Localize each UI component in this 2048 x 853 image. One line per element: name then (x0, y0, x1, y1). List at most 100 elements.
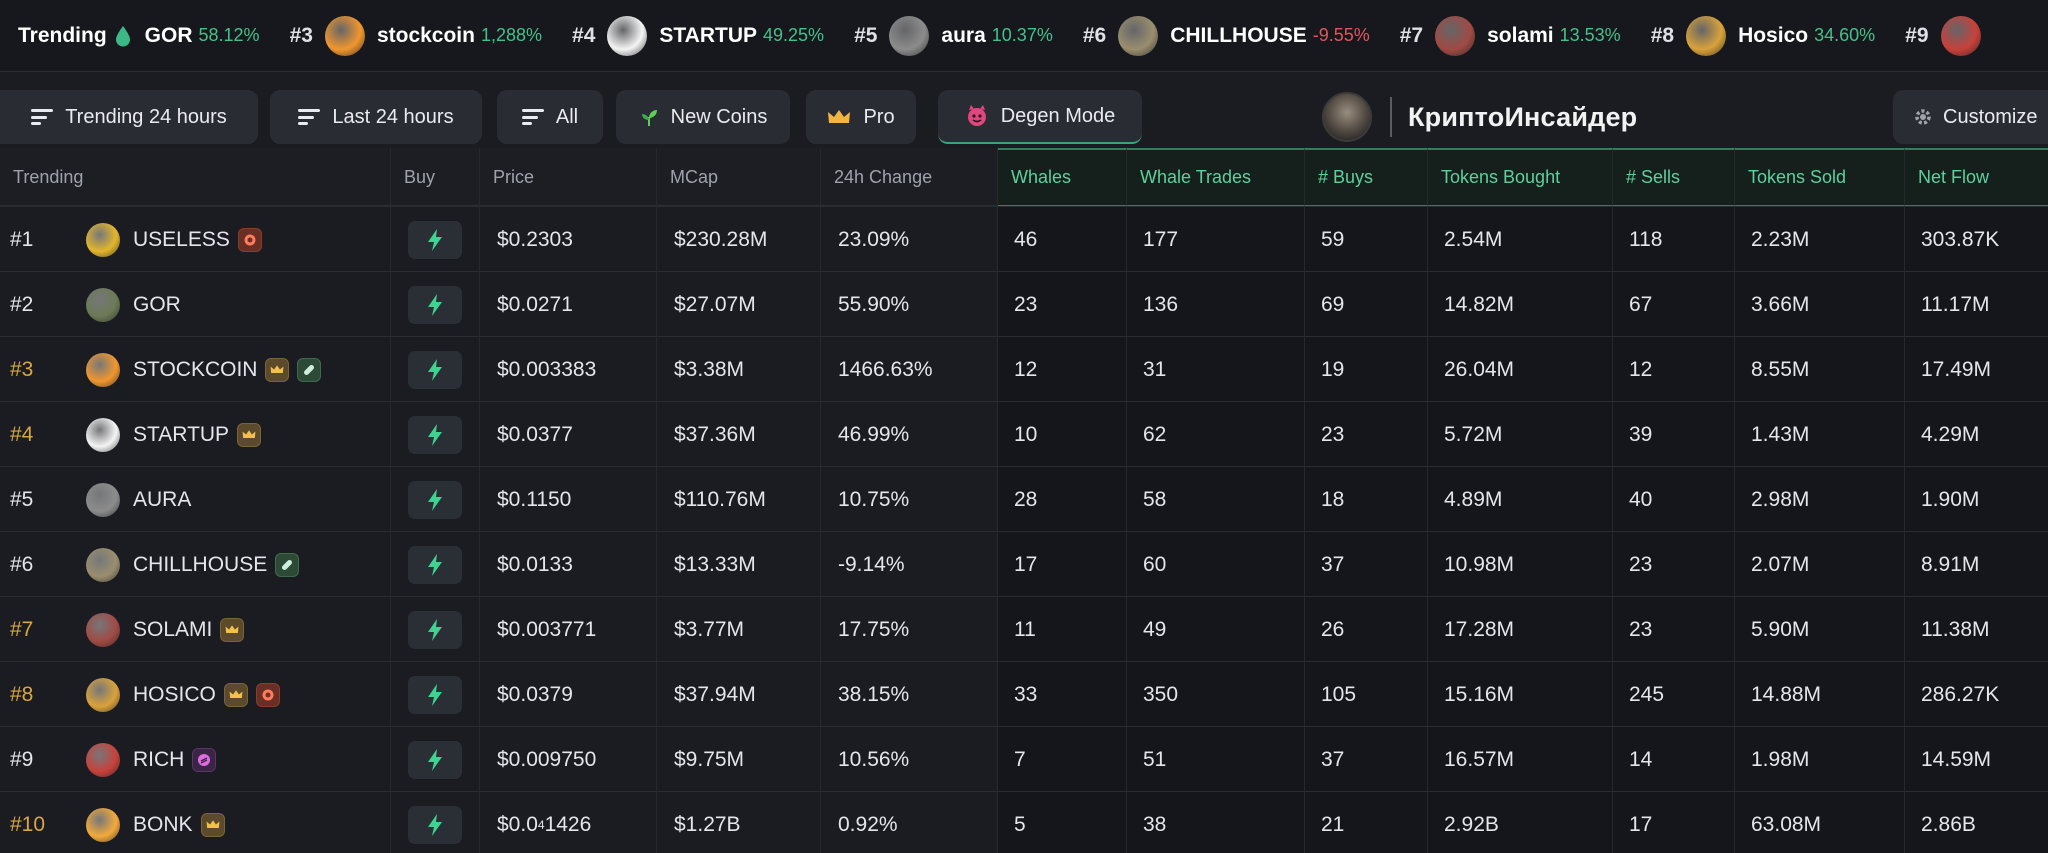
sells-cell: 245 (1613, 662, 1735, 727)
quick-buy-button[interactable] (408, 610, 462, 649)
lightning-icon (428, 683, 442, 706)
table-row[interactable]: #7 SOLAMI $0.003771 $3.77M 17.75% 11 49 26 17.… (0, 596, 2048, 662)
buy-cell (391, 467, 480, 532)
whale-trades-cell: 350 (1127, 662, 1305, 727)
table-row[interactable]: #8 HOSICO $0.0379 $37.94M 38.15% 33 350 105 15… (0, 661, 2048, 727)
col-buys[interactable]: # Buys (1305, 148, 1428, 206)
buys-cell: 105 (1305, 662, 1428, 727)
buy-cell (391, 207, 480, 272)
coin-cell[interactable]: #6 CHILLHOUSE (0, 532, 391, 597)
all-label: All (555, 105, 579, 128)
tokens-sold-cell: 8.55M (1735, 337, 1905, 402)
table-row[interactable]: #5 AURA $0.1150 $110.76M 10.75% 28 58 18 4.89M… (0, 466, 2048, 532)
col-tokens-bought[interactable]: Tokens Bought (1428, 148, 1613, 206)
col-net-flow[interactable]: Net Flow (1905, 148, 2048, 206)
coin-avatar (607, 15, 648, 56)
ticker-item[interactable]: #9 (1905, 15, 1992, 56)
quick-buy-button[interactable] (408, 285, 462, 324)
drop-icon (115, 25, 130, 46)
table-header: Trending Buy Price MCap 24h Change Whale… (0, 148, 2048, 206)
quick-buy-button[interactable] (408, 675, 462, 714)
last-24h-label: Last 24 hours (332, 105, 454, 128)
coin-cell[interactable]: #1 USELESS (0, 207, 391, 272)
ticker-item[interactable]: GOR 58.12% (145, 24, 260, 48)
change-cell: 55.90% (821, 272, 998, 337)
pro-button[interactable]: Pro (806, 90, 916, 144)
ticker-item[interactable]: #5 aura 10.37% (854, 15, 1053, 56)
brand-name: КриптоИнсайдер (1408, 101, 1638, 132)
quick-buy-button[interactable] (408, 415, 462, 454)
coin-avatar (1686, 15, 1727, 56)
table-row[interactable]: #10 BONK $0.0 4 1426 $1.27B 0.92% 5 38 21 2.92B 1… (0, 791, 2048, 853)
net-flow-cell: 2.86B (1921, 812, 1976, 836)
ticker-item[interactable]: #8 Hosico 34.60% (1651, 15, 1875, 56)
table-row[interactable]: #6 CHILLHOUSE $0.0133 $13.33M -9.14% 17 60 37… (0, 531, 2048, 597)
price-cell: $0.2303 (480, 207, 657, 272)
coin-cell[interactable]: #7 SOLAMI (0, 597, 391, 662)
sells-cell: 118 (1613, 207, 1735, 272)
buy-cell (391, 532, 480, 597)
coin-cell[interactable]: #8 HOSICO (0, 662, 391, 727)
new-coins-button[interactable]: New Coins (616, 90, 790, 144)
crown-badge-icon (200, 812, 225, 837)
tokens-bought-cell: 17.28M (1428, 597, 1613, 662)
col-tokens-sold[interactable]: Tokens Sold (1735, 148, 1905, 206)
coin-cell[interactable]: #2 GOR (0, 272, 391, 337)
table-row[interactable]: #4 STARTUP $0.0377 $37.36M 46.99% 10 62 23 5.7… (0, 401, 2048, 467)
degen-mode-button[interactable]: Degen Mode (938, 90, 1142, 144)
coin-cell[interactable]: #9 RICH (0, 727, 391, 792)
coin-name: RICH (133, 747, 185, 771)
col-whales[interactable]: Whales (998, 148, 1127, 206)
trending-24h-button[interactable]: Trending 24 hours (0, 90, 258, 144)
ticker-rank: #7 (1399, 23, 1424, 47)
ticker-item[interactable]: #6 CHILLHOUSE -9.55% (1083, 15, 1370, 56)
ticker-item[interactable]: #4 STARTUP 49.25% (572, 15, 824, 56)
coin-avatar (86, 417, 120, 452)
col-whale-trades[interactable]: Whale Trades (1127, 148, 1305, 206)
coin-cell[interactable]: #3 STOCKCOIN (0, 337, 391, 402)
quick-buy-button[interactable] (408, 545, 462, 584)
coin-cell[interactable]: #4 STARTUP (0, 402, 391, 467)
last-24h-button[interactable]: Last 24 hours (270, 90, 482, 144)
ticker-item[interactable]: #3 stockcoin 1,288% (290, 15, 542, 56)
tokens-sold-cell: 3.66M (1735, 272, 1905, 337)
quick-buy-button[interactable] (408, 480, 462, 519)
col-mcap[interactable]: MCap (657, 148, 821, 206)
toolbar: Trending 24 hours Last 24 hours All New … (0, 90, 2048, 144)
mcap-cell: $37.36M (657, 402, 821, 467)
quick-buy-button[interactable] (408, 740, 462, 779)
quick-buy-button[interactable] (408, 805, 462, 844)
all-button[interactable]: All (497, 90, 603, 144)
coin-cell[interactable]: #10 BONK (0, 792, 391, 853)
quick-buy-button[interactable] (408, 350, 462, 389)
col-sells[interactable]: # Sells (1613, 148, 1735, 206)
table-row[interactable]: #2 GOR $0.0271 $27.07M 55.90% 23 136 69 14.82M… (0, 271, 2048, 337)
col-price[interactable]: Price (480, 148, 657, 206)
buys-cell: 23 (1305, 402, 1428, 467)
whales-cell: 33 (998, 662, 1127, 727)
tokens-bought-cell: 2.54M (1428, 207, 1613, 272)
customize-button[interactable]: Customize (1893, 90, 2048, 144)
coin-name: STOCKCOIN (133, 357, 258, 381)
ticker-item[interactable]: #7 solami 13.53% (1399, 15, 1621, 56)
coin-avatar (86, 742, 120, 777)
table-row[interactable]: #1 USELESS $0.2303 $230.28M 23.09% 46 177 59 2… (0, 206, 2048, 272)
lightning-icon (428, 358, 442, 381)
col-24h-change[interactable]: 24h Change (821, 148, 998, 206)
table-row[interactable]: #3 STOCKCOIN $0.003383 $3.38M 1466.63% 12 31… (0, 336, 2048, 402)
col-trending[interactable]: Trending (0, 148, 391, 206)
coin-name: BONK (133, 812, 193, 836)
buy-cell (391, 662, 480, 727)
whales-cell: 12 (998, 337, 1127, 402)
pro-label: Pro (863, 105, 895, 128)
ticker-symbol: CHILLHOUSE (1170, 23, 1307, 47)
mcap-cell: $3.77M (657, 597, 821, 662)
coin-cell[interactable]: #5 AURA (0, 467, 391, 532)
mcap-cell: $3.38M (657, 337, 821, 402)
quick-buy-button[interactable] (408, 220, 462, 259)
coin-name: GOR (133, 292, 181, 316)
table-row[interactable]: #9 RICH $0.009750 $9.75M 10.56% 7 51 37 16.57M… (0, 726, 2048, 792)
tokens-bought-cell: 4.89M (1428, 467, 1613, 532)
buys-cell: 59 (1305, 207, 1428, 272)
price-cell: $0.009750 (480, 727, 657, 792)
